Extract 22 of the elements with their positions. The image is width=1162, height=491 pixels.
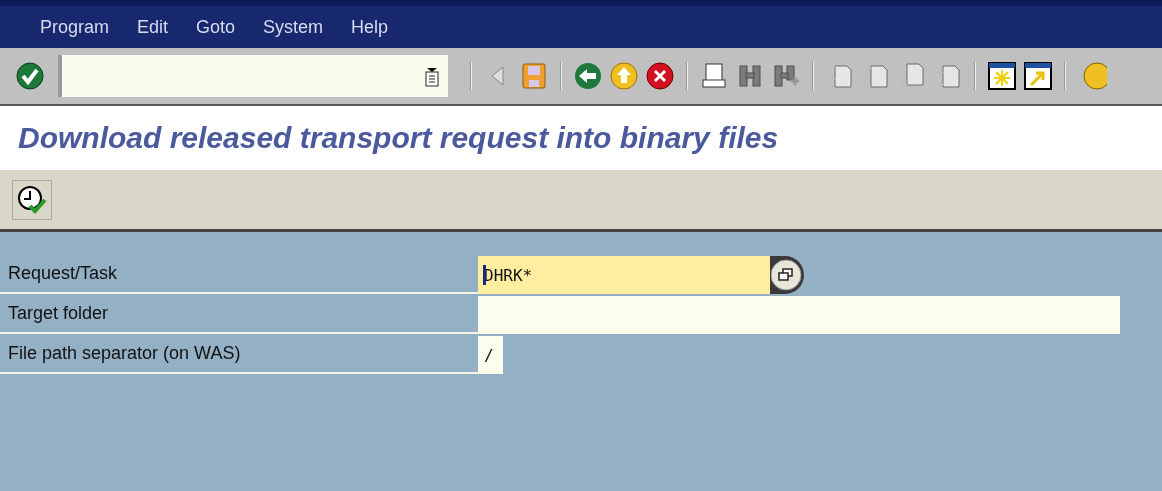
cancel-icon[interactable] [645,61,675,91]
execute-button[interactable] [12,179,52,220]
value-help-button[interactable] [770,256,804,294]
screen-title: Download released transport request into binary files [18,120,779,156]
input-field[interactable] [478,296,1120,334]
menu-item[interactable]: Help [351,13,389,41]
field-label: Target folder [8,303,109,323]
field-label: File path separator (on WAS) [8,343,241,363]
field-label: Request/Task [8,263,118,283]
command-field[interactable] [58,55,448,97]
input-field[interactable]: / [478,336,503,374]
save-icon[interactable] [519,61,549,91]
back-icon[interactable] [573,61,603,91]
enter-icon[interactable] [15,61,45,91]
menu-item[interactable]: Program [40,13,110,41]
shortcut-window-icon[interactable] [1023,61,1053,91]
exit-icon[interactable] [609,61,639,91]
menu-item[interactable]: System [263,13,324,41]
new-window-icon[interactable] [987,61,1017,91]
menu-item[interactable]: Edit [137,13,169,41]
menu-item[interactable]: Goto [196,13,236,41]
print-icon[interactable] [699,61,729,91]
